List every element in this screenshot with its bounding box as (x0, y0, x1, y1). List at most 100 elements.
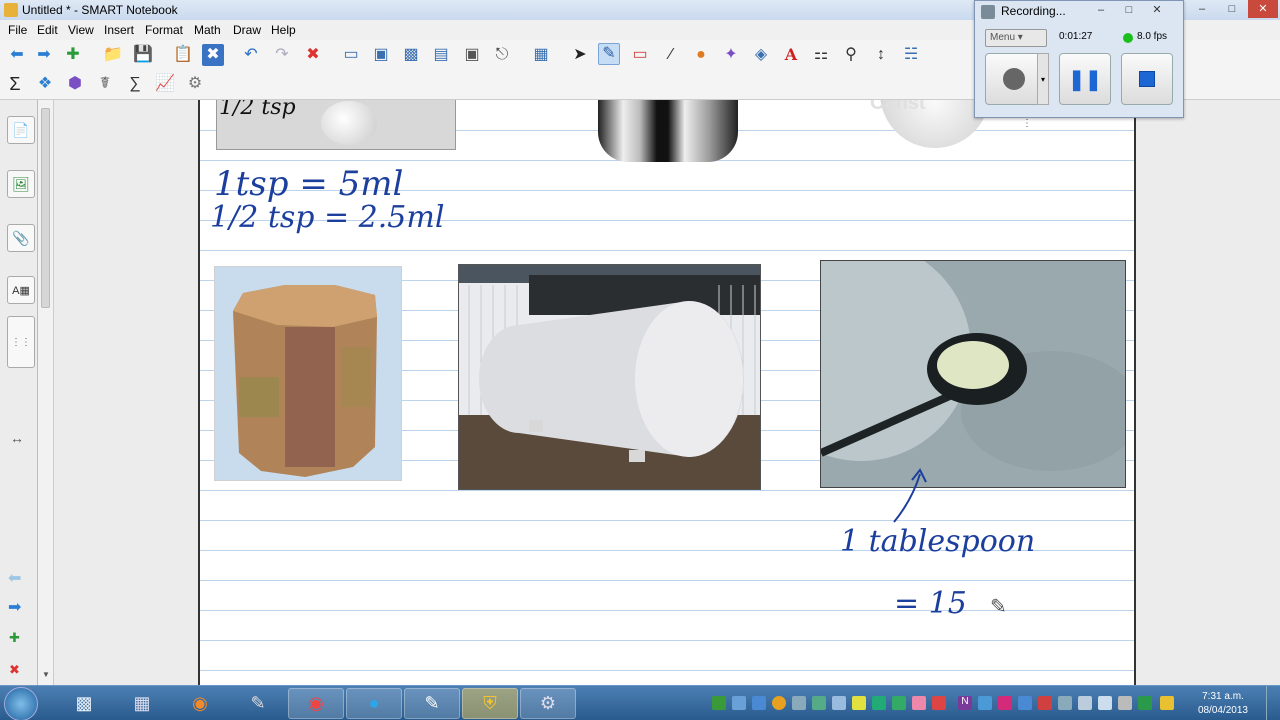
recorder-minimize-icon[interactable]: – (1087, 1, 1115, 19)
tray-icon[interactable] (1138, 696, 1152, 710)
add-page-icon[interactable]: ✚ (9, 630, 20, 646)
full-screen-icon[interactable]: ▣ (370, 44, 392, 66)
minimize-icon[interactable]: – (1188, 0, 1216, 18)
notebook-page[interactable]: 1/2 tsp Canst ⋮ 1tsp = 5ml 1/2 tsp = 2.5… (198, 100, 1136, 685)
taskbar-calculator-icon[interactable]: ▩ (56, 688, 112, 719)
arrow-icon[interactable] (890, 466, 940, 526)
fill-icon[interactable]: ◈ (750, 44, 772, 66)
transparent-background-icon[interactable]: ▩ (400, 44, 422, 66)
tray-icon[interactable] (752, 696, 766, 710)
half-tsp-equals-2-5ml[interactable]: 1/2 tsp = 2.5ml (210, 200, 444, 235)
recorder-menu-dropdown[interactable]: Menu ▾ (985, 29, 1047, 47)
move-sidebar-icon[interactable]: ↔ (10, 430, 24, 446)
text-icon[interactable]: A (780, 44, 802, 66)
redo-icon[interactable]: ↷ (271, 44, 293, 66)
stop-button[interactable] (1121, 53, 1173, 105)
taskbar-skype-icon[interactable]: ● (346, 688, 402, 719)
properties-icon[interactable]: A▦ (7, 276, 35, 304)
select-icon[interactable]: ➤ (569, 44, 591, 66)
taskbar-notebook-icon[interactable]: ✎ (230, 688, 286, 719)
onenote-icon[interactable]: N (958, 696, 972, 710)
gallery-icon[interactable]: 🖼 (7, 170, 35, 198)
tray-icon[interactable] (712, 696, 726, 710)
menu-file[interactable]: File (8, 23, 27, 37)
display-icon[interactable]: ▤ (430, 44, 452, 66)
menu-edit[interactable]: Edit (37, 23, 58, 37)
tray-icon[interactable] (832, 696, 846, 710)
graph-icon[interactable]: 📈 (154, 73, 176, 95)
tray-icon[interactable] (892, 696, 906, 710)
capture-icon[interactable]: ▣ (461, 44, 483, 66)
taskbar-firefox-icon[interactable]: ◉ (172, 688, 228, 719)
delete-page-icon[interactable]: ✖ (9, 662, 20, 678)
next-page-icon[interactable]: ➡ (8, 597, 21, 617)
start-button[interactable] (4, 687, 38, 720)
pot-photo[interactable] (598, 100, 738, 174)
attachments-icon[interactable]: 📎 (7, 224, 35, 252)
menu-help[interactable]: Help (271, 23, 296, 37)
add-page-icon[interactable]: ✚ (62, 44, 84, 66)
record-options-icon[interactable]: ▾ (1037, 53, 1049, 105)
recorder-close-icon[interactable]: ✕ (1143, 1, 1171, 19)
action-center-icon[interactable] (1160, 696, 1174, 710)
mixed-icon[interactable]: ❖ (34, 73, 56, 95)
pen-icon[interactable]: ✎ (598, 43, 620, 65)
taskbar-smart-notebook-icon[interactable]: ✎ (404, 688, 460, 719)
move-toolbar-icon[interactable]: ↕ (870, 44, 892, 66)
tray-icon[interactable] (1018, 696, 1032, 710)
undo-icon[interactable]: ↶ (240, 44, 262, 66)
page-sorter-icon[interactable]: 📄 (7, 116, 35, 144)
scroll-down-icon[interactable]: ▼ (42, 670, 50, 679)
menu-insert[interactable]: Insert (104, 23, 134, 37)
delete-page-icon[interactable]: ✖ (202, 44, 224, 66)
teaspoon-photo[interactable]: 1/2 tsp (216, 100, 456, 150)
previous-page-icon[interactable]: ⬅ (8, 568, 21, 588)
expand-tabs-icon[interactable]: ⋮⋮ (7, 316, 35, 368)
protractor-icon[interactable]: ☤ (94, 73, 116, 95)
tray-icon[interactable] (1038, 696, 1052, 710)
maximize-icon[interactable]: □ (1218, 0, 1246, 18)
tray-icon[interactable] (998, 696, 1012, 710)
table-icon[interactable]: ▦ (530, 44, 552, 66)
menu-view[interactable]: View (68, 23, 94, 37)
eraser-icon[interactable]: ▭ (629, 44, 651, 66)
geometry-icon[interactable]: ⬢ (64, 73, 86, 95)
scrollbar-thumb[interactable] (41, 108, 50, 308)
menu-math[interactable]: Math (194, 23, 221, 37)
taskbar-security-icon[interactable]: ⛨ (462, 688, 518, 719)
tray-icon[interactable] (792, 696, 806, 710)
record-button[interactable] (985, 53, 1043, 105)
menu-format[interactable]: Format (145, 23, 183, 37)
sigma-icon[interactable]: Σ (4, 73, 26, 95)
tank-photo[interactable] (458, 264, 761, 490)
tray-icon[interactable] (1058, 696, 1072, 710)
forward-icon[interactable]: ➡ (33, 44, 55, 66)
delete-icon[interactable]: ✖ (302, 44, 324, 66)
connect-icon[interactable]: ☵ (900, 44, 922, 66)
box-photo[interactable] (214, 266, 402, 481)
recorder-maximize-icon[interactable]: □ (1115, 1, 1143, 19)
properties-icon[interactable]: ⚏ (810, 44, 832, 66)
clock[interactable]: 7:31 a.m. 08/04/2013 (1198, 690, 1248, 718)
menu-draw[interactable]: Draw (233, 23, 261, 37)
tray-icon[interactable] (1118, 696, 1132, 710)
taskbar-chrome-icon[interactable]: ◉ (288, 688, 344, 719)
tray-icon[interactable] (932, 696, 946, 710)
tray-icon[interactable] (978, 696, 992, 710)
show-desktop-button[interactable] (1266, 686, 1280, 720)
volume-icon[interactable] (1098, 696, 1112, 710)
tray-icon[interactable] (812, 696, 826, 710)
equals-15-label[interactable]: = 15 (894, 586, 967, 621)
tray-icon[interactable] (912, 696, 926, 710)
taskbar-calc-icon[interactable]: ▦ (114, 688, 170, 719)
taskbar-recorder-icon[interactable]: ⚙ (520, 688, 576, 719)
screen-shade-icon[interactable]: ▭ (340, 44, 362, 66)
line-icon[interactable]: ∕ (660, 44, 682, 66)
tsp-equals-5ml[interactable]: 1tsp = 5ml (214, 164, 403, 204)
magic-pen-icon[interactable]: ✦ (720, 44, 742, 66)
open-icon[interactable]: 📁 (102, 44, 124, 66)
save-icon[interactable]: 💾 (132, 44, 154, 66)
back-icon[interactable]: ⬅ (6, 44, 28, 66)
tray-icon[interactable] (872, 696, 886, 710)
shape-icon[interactable]: ● (690, 44, 712, 66)
